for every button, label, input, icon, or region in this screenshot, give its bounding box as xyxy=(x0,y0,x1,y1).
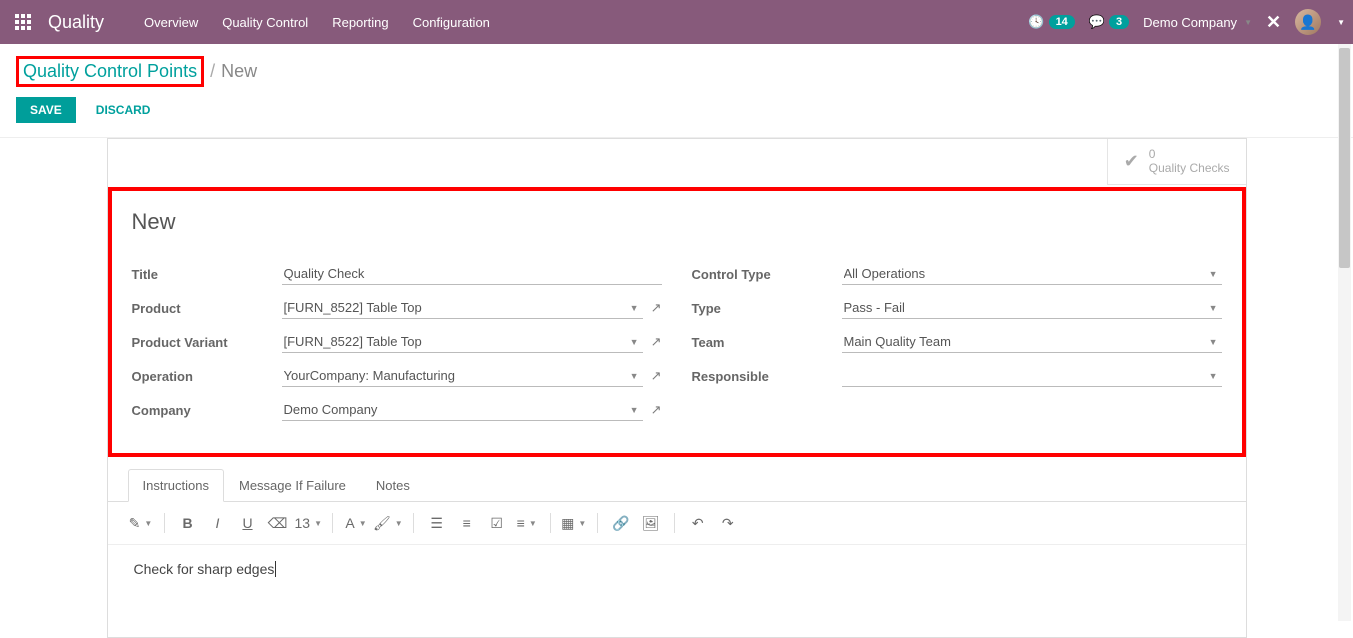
control-type-label: Control Type xyxy=(692,267,842,282)
operation-select[interactable] xyxy=(282,365,643,387)
editor-content: Check for sharp edges xyxy=(134,561,277,577)
form-heading: New xyxy=(132,209,1222,235)
scrollbar-track[interactable] xyxy=(1338,44,1351,621)
type-select[interactable] xyxy=(842,297,1222,319)
chat-icon: 💬 xyxy=(1089,14,1105,30)
messages-icon[interactable]: 💬 3 xyxy=(1089,14,1129,30)
company-label: Company xyxy=(132,403,282,418)
form-col-right: Control Type ▼ Type ▼ xyxy=(692,261,1222,431)
save-button[interactable]: SAVE xyxy=(16,97,76,123)
product-label: Product xyxy=(132,301,282,316)
team-label: Team xyxy=(692,335,842,350)
italic-button[interactable]: I xyxy=(205,510,231,536)
check-icon: ✔ xyxy=(1124,151,1139,172)
highlight-button[interactable]: 🖌▼ xyxy=(373,510,403,536)
activities-icon[interactable]: 🕓 14 xyxy=(1028,14,1074,30)
nav-reporting[interactable]: Reporting xyxy=(332,15,388,30)
undo-icon[interactable]: ↶ xyxy=(685,510,711,536)
team-select[interactable] xyxy=(842,331,1222,353)
nav-links: Overview Quality Control Reporting Confi… xyxy=(144,15,490,30)
product-select[interactable] xyxy=(282,297,643,319)
activities-count: 14 xyxy=(1049,15,1075,29)
breadcrumb: Quality Control Points / New xyxy=(0,44,1353,93)
font-size-select[interactable]: 13▼ xyxy=(295,510,323,536)
editor-body[interactable]: Check for sharp edges xyxy=(108,545,1246,637)
form-sheet: ✔ 0 Quality Checks New Title xyxy=(107,138,1247,638)
tabs-bar: Instructions Message If Failure Notes xyxy=(108,469,1246,502)
tab-message-failure[interactable]: Message If Failure xyxy=(224,469,361,502)
image-icon[interactable]: 🖼 xyxy=(638,510,664,536)
title-input[interactable] xyxy=(282,263,662,285)
redo-icon[interactable]: ↷ xyxy=(715,510,741,536)
breadcrumb-separator: / xyxy=(210,61,215,82)
table-button[interactable]: ▦▼ xyxy=(561,510,587,536)
breadcrumb-current: New xyxy=(221,61,257,82)
company-name: Demo Company xyxy=(1143,15,1237,30)
align-button[interactable]: ≡▼ xyxy=(514,510,540,536)
operation-label: Operation xyxy=(132,369,282,384)
topbar: Quality Overview Quality Control Reporti… xyxy=(0,0,1353,44)
operation-external-link-icon[interactable]: ↗ xyxy=(651,368,662,384)
chevron-down-icon: ▼ xyxy=(1244,18,1252,27)
wand-icon[interactable]: ✎▼ xyxy=(128,510,154,536)
topbar-right: 🕓 14 💬 3 Demo Company ▼ ✕ 👤 ▼ xyxy=(1028,9,1345,35)
unordered-list-icon[interactable]: ☰ xyxy=(424,510,450,536)
messages-count: 3 xyxy=(1109,15,1129,29)
quality-checks-stat[interactable]: ✔ 0 Quality Checks xyxy=(1107,139,1246,185)
close-icon[interactable]: ✕ xyxy=(1266,12,1281,33)
variant-external-link-icon[interactable]: ↗ xyxy=(651,334,662,350)
scrollbar-thumb[interactable] xyxy=(1339,48,1350,268)
discard-button[interactable]: DISCARD xyxy=(88,97,159,123)
product-external-link-icon[interactable]: ↗ xyxy=(651,300,662,316)
stat-label: Quality Checks xyxy=(1149,161,1230,175)
control-type-select[interactable] xyxy=(842,263,1222,285)
form-main-frame: New Title Product ▼ xyxy=(108,187,1246,457)
app-title: Quality xyxy=(48,12,104,33)
title-label: Title xyxy=(132,267,282,282)
content: ✔ 0 Quality Checks New Title xyxy=(107,138,1247,638)
nav-quality-control[interactable]: Quality Control xyxy=(222,15,308,30)
nav-configuration[interactable]: Configuration xyxy=(413,15,490,30)
type-label: Type xyxy=(692,301,842,316)
variant-select[interactable] xyxy=(282,331,643,353)
variant-label: Product Variant xyxy=(132,335,282,350)
tab-instructions[interactable]: Instructions xyxy=(128,469,224,502)
breadcrumb-parent[interactable]: Quality Control Points xyxy=(16,56,204,87)
ordered-list-icon[interactable]: ≡ xyxy=(454,510,480,536)
company-external-link-icon[interactable]: ↗ xyxy=(651,402,662,418)
user-avatar[interactable]: 👤 xyxy=(1295,9,1321,35)
action-bar: SAVE DISCARD xyxy=(0,93,1353,138)
chevron-down-icon: ▼ xyxy=(1337,18,1345,27)
stat-count: 0 xyxy=(1149,147,1230,161)
font-color-button[interactable]: A▼ xyxy=(343,510,369,536)
tab-notes[interactable]: Notes xyxy=(361,469,425,502)
editor-toolbar: ✎▼ B I U ⌫ 13▼ A▼ 🖌▼ ☰ ≡ ☑ ≡▼ ▦▼ 🔗 🖼 ↶ ↷ xyxy=(108,502,1246,545)
nav-overview[interactable]: Overview xyxy=(144,15,198,30)
responsible-select[interactable] xyxy=(842,365,1222,387)
underline-button[interactable]: U xyxy=(235,510,261,536)
link-icon[interactable]: 🔗 xyxy=(608,510,634,536)
apps-launcher-icon[interactable] xyxy=(8,14,38,30)
responsible-label: Responsible xyxy=(692,369,842,384)
checklist-icon[interactable]: ☑ xyxy=(484,510,510,536)
bold-button[interactable]: B xyxy=(175,510,201,536)
clock-icon: 🕓 xyxy=(1028,14,1044,30)
eraser-icon[interactable]: ⌫ xyxy=(265,510,291,536)
company-select[interactable] xyxy=(282,399,643,421)
company-selector[interactable]: Demo Company ▼ xyxy=(1143,15,1252,30)
form-col-left: Title Product ▼ ↗ Produc xyxy=(132,261,662,431)
